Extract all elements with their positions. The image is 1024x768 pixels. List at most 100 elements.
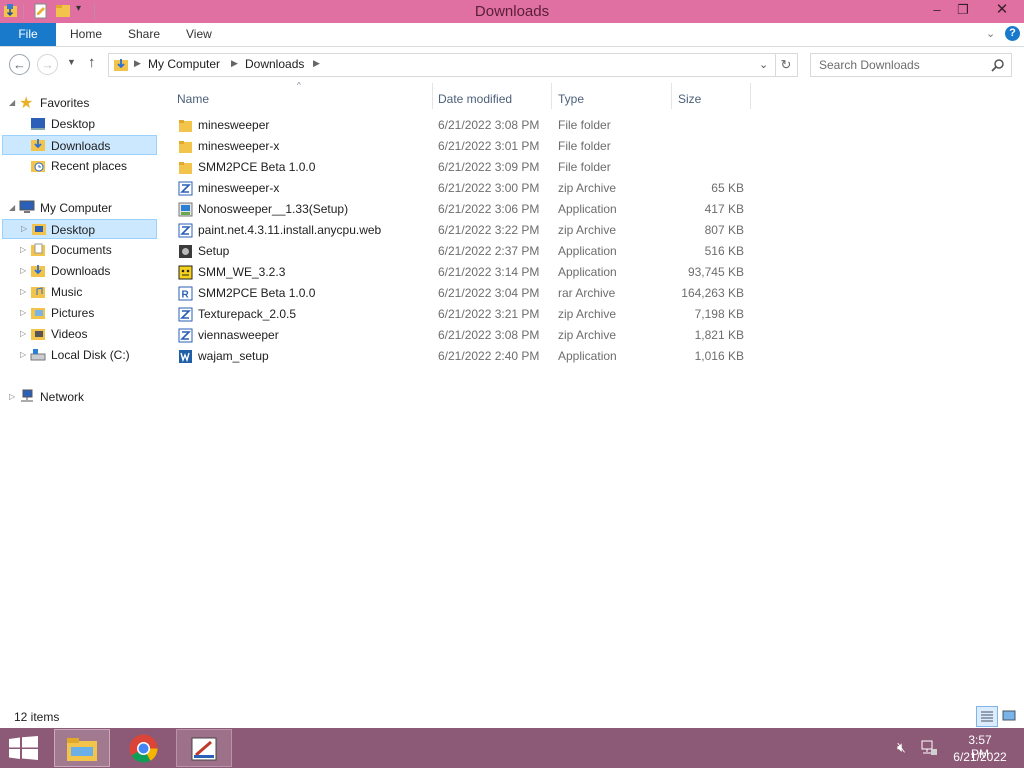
nav-documents[interactable]: ▷ Documents bbox=[2, 240, 157, 260]
nav-pictures[interactable]: ▷ Pictures bbox=[2, 303, 157, 323]
expand-arrow-icon[interactable]: ▷ bbox=[20, 345, 26, 365]
file-name: Nonosweeper__1.33(Setup) bbox=[198, 202, 349, 216]
column-header-date[interactable]: Date modified bbox=[438, 89, 512, 109]
address-bar[interactable]: ▶ My Computer ▶ Downloads ▶ ⌄ bbox=[108, 53, 776, 77]
close-button[interactable]: ✕ bbox=[984, 0, 1020, 20]
file-name: viennasweeper bbox=[198, 328, 279, 342]
taskbar-app-button[interactable] bbox=[176, 729, 232, 767]
nav-videos[interactable]: ▷ Videos bbox=[2, 324, 157, 344]
volume-muted-icon[interactable]: 🔇︎ bbox=[897, 739, 906, 756]
expand-arrow-icon[interactable]: ▷ bbox=[20, 324, 26, 344]
breadcrumb-separator-icon[interactable]: ▶ bbox=[313, 58, 320, 69]
breadcrumb-downloads[interactable]: Downloads bbox=[245, 57, 304, 71]
column-divider[interactable] bbox=[750, 83, 751, 109]
smm-app-icon bbox=[178, 265, 193, 280]
refresh-button[interactable]: ↻ bbox=[775, 53, 798, 77]
nav-computer-desktop[interactable]: ▷ Desktop bbox=[2, 219, 157, 239]
expand-arrow-icon[interactable]: ▷ bbox=[21, 219, 27, 239]
file-size: 417 KB bbox=[704, 202, 744, 216]
file-type: zip Archive bbox=[558, 328, 617, 342]
nav-fav-recent-places[interactable]: Recent places bbox=[2, 156, 157, 176]
nav-local-disk[interactable]: ▷ Local Disk (C:) bbox=[2, 345, 157, 365]
file-row[interactable]: wajam_setup 6/21/2022 2:40 PM Application 1… bbox=[170, 346, 770, 367]
tab-share[interactable]: Share bbox=[128, 23, 160, 46]
file-date: 6/21/2022 3:06 PM bbox=[438, 202, 540, 216]
forward-button[interactable]: → bbox=[37, 54, 58, 75]
zip-archive-icon bbox=[178, 328, 193, 343]
large-icons-view-icon bbox=[1002, 710, 1016, 721]
file-row[interactable]: Setup 6/21/2022 2:37 PM Application 516 KB bbox=[170, 241, 770, 262]
expand-arrow-icon[interactable]: ▷ bbox=[20, 282, 26, 302]
file-row[interactable]: minesweeper-x 6/21/2022 3:00 PM zip Archiv… bbox=[170, 178, 770, 199]
column-divider[interactable] bbox=[671, 83, 672, 109]
file-type: Application bbox=[558, 202, 617, 216]
nav-music[interactable]: ▷ Music bbox=[2, 282, 157, 302]
column-header-type[interactable]: Type bbox=[558, 89, 584, 109]
back-button[interactable]: ← bbox=[9, 54, 30, 75]
file-name: SMM2PCE Beta 1.0.0 bbox=[198, 160, 316, 174]
file-name: paint.net.4.3.11.install.anycpu.web bbox=[198, 223, 382, 237]
pictures-folder-icon bbox=[31, 308, 45, 319]
file-row[interactable]: Texturepack_2.0.5 6/21/2022 3:21 PM zip Ar… bbox=[170, 304, 770, 325]
expand-arrow-icon[interactable]: ▷ bbox=[20, 240, 26, 260]
clock-date[interactable]: 6/21/2022 bbox=[950, 750, 1010, 764]
file-date: 6/21/2022 3:21 PM bbox=[438, 307, 540, 321]
file-row[interactable]: SMM_WE_3.2.3 6/21/2022 3:14 PM Application… bbox=[170, 262, 770, 283]
restore-button[interactable]: ❐ bbox=[952, 0, 974, 20]
file-date: 6/21/2022 3:08 PM bbox=[438, 118, 540, 132]
details-view-button[interactable] bbox=[976, 706, 998, 727]
search-input[interactable]: Search Downloads bbox=[819, 58, 920, 72]
collapse-arrow-icon[interactable]: ◢ bbox=[9, 203, 15, 212]
breadcrumb-my-computer[interactable]: My Computer bbox=[148, 57, 220, 71]
nav-fav-desktop[interactable]: Desktop bbox=[2, 114, 157, 134]
window-title: Downloads bbox=[474, 3, 550, 20]
tab-view[interactable]: View bbox=[186, 23, 212, 46]
nav-fav-downloads[interactable]: Downloads bbox=[2, 135, 157, 155]
zip-archive-icon bbox=[178, 223, 193, 238]
network-icon bbox=[21, 389, 33, 402]
expand-arrow-icon[interactable]: ▷ bbox=[20, 303, 26, 323]
file-row[interactable]: SMM2PCE Beta 1.0.0 6/21/2022 3:09 PM File … bbox=[170, 157, 770, 178]
column-header-size[interactable]: Size bbox=[678, 89, 701, 109]
recent-locations-icon[interactable]: ▼ bbox=[67, 57, 76, 67]
file-row[interactable]: R SMM2PCE Beta 1.0.0 6/21/2022 3:04 PM rar … bbox=[170, 283, 770, 304]
file-row[interactable]: paint.net.4.3.11.install.anycpu.web 6/21/… bbox=[170, 220, 770, 241]
expand-ribbon-icon[interactable]: ⌄ bbox=[986, 27, 995, 40]
file-row[interactable]: minesweeper 6/21/2022 3:08 PM File folder bbox=[170, 115, 770, 136]
network-status-icon[interactable] bbox=[920, 740, 938, 756]
taskbar-chrome-button[interactable] bbox=[118, 729, 170, 767]
address-dropdown-icon[interactable]: ⌄ bbox=[759, 58, 768, 71]
nav-downloads[interactable]: ▷ Downloads bbox=[2, 261, 157, 281]
breadcrumb-separator-icon[interactable]: ▶ bbox=[134, 58, 141, 69]
file-row[interactable]: minesweeper-x 6/21/2022 3:01 PM File folde… bbox=[170, 136, 770, 157]
item-count: 12 items bbox=[14, 710, 60, 724]
expand-arrow-icon[interactable]: ▷ bbox=[20, 261, 26, 281]
windows-start-icon[interactable] bbox=[9, 736, 38, 760]
nav-my-computer[interactable]: My Computer bbox=[40, 198, 112, 218]
file-date: 6/21/2022 3:14 PM bbox=[438, 265, 540, 279]
help-icon[interactable]: ? bbox=[1005, 26, 1020, 41]
minimize-button[interactable]: – bbox=[922, 0, 952, 20]
breadcrumb-separator-icon[interactable]: ▶ bbox=[231, 58, 238, 69]
recent-places-icon bbox=[31, 161, 45, 172]
file-row[interactable]: viennasweeper 6/21/2022 3:08 PM zip Archiv… bbox=[170, 325, 770, 346]
tab-home[interactable]: Home bbox=[70, 23, 102, 46]
file-row[interactable]: Nonosweeper__1.33(Setup) 6/21/2022 3:06 P… bbox=[170, 199, 770, 220]
taskbar-explorer-button[interactable] bbox=[54, 729, 110, 767]
desktop-icon bbox=[31, 118, 45, 130]
column-divider[interactable] bbox=[551, 83, 552, 109]
large-icons-view-button[interactable] bbox=[1000, 707, 1018, 725]
nav-network[interactable]: Network bbox=[40, 387, 84, 407]
up-button[interactable]: ↑ bbox=[88, 54, 96, 71]
nav-favorites[interactable]: Favorites bbox=[40, 93, 89, 113]
tab-file[interactable]: File bbox=[0, 23, 56, 46]
search-box[interactable]: Search Downloads bbox=[810, 53, 1012, 77]
search-icon[interactable] bbox=[991, 58, 1005, 72]
folder-icon bbox=[179, 120, 192, 132]
column-divider[interactable] bbox=[432, 83, 433, 109]
collapse-arrow-icon[interactable]: ◢ bbox=[9, 98, 15, 107]
file-type: File folder bbox=[558, 160, 611, 174]
column-header-name[interactable]: Name bbox=[177, 89, 209, 109]
expand-arrow-icon[interactable]: ▷ bbox=[9, 392, 15, 401]
file-size: 516 KB bbox=[704, 244, 744, 258]
